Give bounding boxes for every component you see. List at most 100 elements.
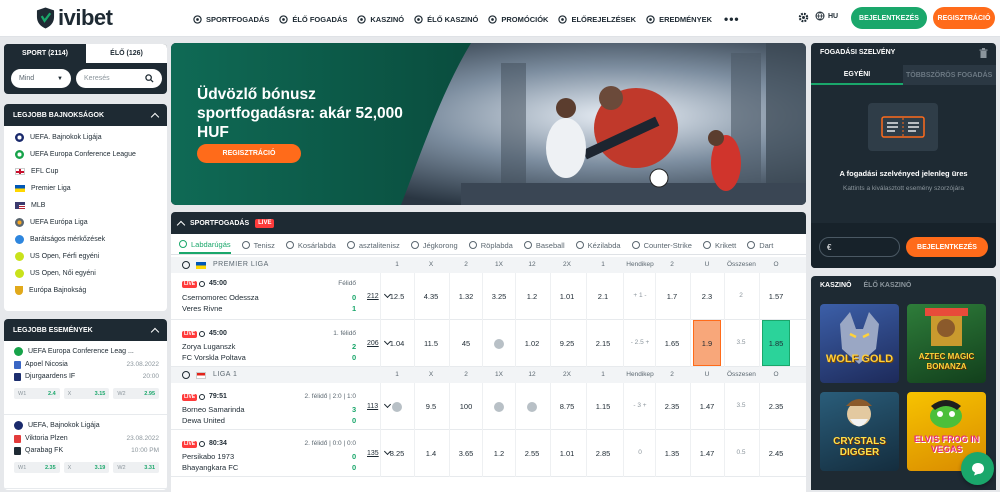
- top-event-card[interactable]: UEFA, Bajnokok Ligája Viktoria Plzen 23.08…: [4, 415, 167, 489]
- league-item[interactable]: MLB: [4, 197, 167, 214]
- tab-multi-bet[interactable]: TÖBBSZÖRÖS FOGADÁS: [903, 65, 996, 85]
- nav-item-4[interactable]: PROMÓCIÓK: [488, 15, 548, 24]
- language-selector[interactable]: HU: [815, 11, 838, 21]
- collapse-chevron-icon[interactable]: [176, 220, 186, 229]
- odd-cell[interactable]: 3.5: [727, 339, 755, 346]
- odd-cell[interactable]: 2: [727, 292, 755, 299]
- league-header-row[interactable]: LIGA 1 1 X 2 1X 12 2X 1 Hendikep 2 U Összesen O: [171, 367, 806, 383]
- odd-cell[interactable]: 2.15: [589, 339, 617, 348]
- match-row[interactable]: LIVE 45:00 Félidő Csernomorec Odessza Veres …: [171, 273, 806, 320]
- tab-casino[interactable]: KASZINÓ: [820, 282, 852, 289]
- odd-button[interactable]: X 3.19: [63, 462, 110, 473]
- odd-cell[interactable]: 3.65: [452, 449, 480, 458]
- game-tile-aztec-magic-bonanza[interactable]: AZTEC MAGIC BONANZA: [907, 304, 986, 383]
- league-item[interactable]: Barátságos mérkőzések: [4, 231, 167, 248]
- odd-cell[interactable]: 2.35: [762, 402, 790, 411]
- nav-item-2[interactable]: KASZINÓ: [357, 15, 404, 24]
- sport-tab[interactable]: Baseball: [523, 241, 565, 250]
- markets-count-link[interactable]: 113: [367, 403, 378, 410]
- odd-cell[interactable]: - 3 +: [626, 402, 654, 409]
- sport-tab[interactable]: Röplabda: [468, 241, 513, 250]
- trash-icon[interactable]: [979, 48, 988, 58]
- league-item[interactable]: Európa Bajnokság: [4, 282, 167, 299]
- nav-item-1[interactable]: ÉLŐ FOGADÁS: [279, 15, 347, 24]
- nav-item-3[interactable]: ÉLŐ KASZINÓ: [414, 15, 478, 24]
- search-input[interactable]: Keresés: [76, 69, 162, 88]
- odd-cell[interactable]: 2.3: [693, 292, 721, 301]
- odd-cell[interactable]: 1.9: [693, 320, 721, 366]
- odd-cell[interactable]: 8.75: [553, 402, 581, 411]
- odd-cell[interactable]: 1.65: [658, 339, 686, 348]
- odd-cell[interactable]: 9.25: [553, 339, 581, 348]
- league-item[interactable]: EFL Cup: [4, 163, 167, 180]
- betslip-login-button[interactable]: BEJELENTKEZÉS: [906, 237, 988, 257]
- odd-cell[interactable]: 0: [626, 449, 654, 456]
- register-button[interactable]: REGISZTRÁCIÓ: [933, 7, 995, 29]
- odd-button[interactable]: W2 3.31: [113, 462, 160, 473]
- league-item[interactable]: UEFA Európa Liga: [4, 214, 167, 231]
- nav-item-5[interactable]: ELŐREJELZÉSEK: [558, 15, 636, 24]
- odd-cell[interactable]: 3.25: [485, 292, 513, 301]
- settings-gear-icon[interactable]: [798, 12, 809, 25]
- tab-live-casino[interactable]: ÉLŐ KASZINÓ: [864, 282, 912, 289]
- odd-cell[interactable]: 2.45: [762, 449, 790, 458]
- odd-cell[interactable]: 4.35: [417, 292, 445, 301]
- odd-cell[interactable]: - 2.5 +: [626, 339, 654, 346]
- odd-cell[interactable]: 1.32: [452, 292, 480, 301]
- league-item[interactable]: US Open, Női egyéni: [4, 265, 167, 282]
- odd-cell[interactable]: 1.04: [383, 339, 411, 348]
- odd-button[interactable]: W2 2.95: [113, 388, 160, 399]
- odd-cell[interactable]: + 1 -: [626, 292, 654, 299]
- odd-cell[interactable]: 11.5: [417, 339, 445, 348]
- match-row[interactable]: LIVE 45:00 1. félidő Zorya Luganszk FC Vorsk…: [171, 320, 806, 367]
- odd-cell[interactable]: 2.1: [589, 292, 617, 301]
- odd-cell[interactable]: 12.5: [383, 292, 411, 301]
- sport-tab[interactable]: Kézilabda: [575, 241, 621, 250]
- league-item[interactable]: Premier Liga: [4, 180, 167, 197]
- game-tile-crystals-digger[interactable]: CRYSTALS DIGGER: [820, 392, 899, 471]
- collapse-chevron-icon[interactable]: [150, 327, 160, 336]
- tab-sport[interactable]: SPORT (2114): [4, 44, 86, 63]
- odd-cell[interactable]: 8.25: [383, 449, 411, 458]
- sport-tab[interactable]: Kosárlabda: [285, 241, 336, 250]
- odd-cell[interactable]: 45: [452, 339, 480, 348]
- promo-banner[interactable]: Üdvözlő bónusz sportfogadásra: akár 52,0…: [171, 43, 806, 205]
- filter-select[interactable]: Mind ▼: [11, 69, 71, 88]
- odd-cell[interactable]: 1.35: [658, 449, 686, 458]
- sport-tab[interactable]: Counter-Strike: [631, 241, 692, 250]
- markets-count-link[interactable]: 206: [367, 340, 379, 347]
- odd-cell[interactable]: 0.5: [727, 449, 755, 456]
- chevron-down-icon[interactable]: [383, 400, 392, 409]
- login-button[interactable]: BEJELENTKEZÉS: [851, 7, 927, 29]
- chat-button[interactable]: [961, 452, 994, 485]
- sport-tab[interactable]: asztalitenisz: [346, 241, 400, 250]
- odd-cell[interactable]: 100: [452, 402, 480, 411]
- odd-cell[interactable]: 1.85: [762, 320, 790, 366]
- odd-cell[interactable]: 3.5: [727, 402, 755, 409]
- match-row[interactable]: LIVE 79:51 2. félidő | 2:0 | 1:0 Borneo Sam…: [171, 383, 806, 430]
- sport-tab[interactable]: Jégkorong: [410, 241, 458, 250]
- nav-item-0[interactable]: SPORTFOGADÁS: [193, 15, 269, 24]
- odd-cell[interactable]: 2.35: [658, 402, 686, 411]
- sport-tab[interactable]: Tenisz: [241, 241, 275, 250]
- odd-cell[interactable]: 2.85: [589, 449, 617, 458]
- league-item[interactable]: US Open, Férfi egyéni: [4, 248, 167, 265]
- odd-cell[interactable]: 1.4: [417, 449, 445, 458]
- odd-cell[interactable]: 1.01: [553, 292, 581, 301]
- odd-cell[interactable]: 1.02: [518, 339, 546, 348]
- odd-cell[interactable]: 1.01: [553, 449, 581, 458]
- match-row[interactable]: LIVE 80:34 2. félidő | 0:0 | 0:0 Persikabo …: [171, 430, 806, 477]
- sport-tab[interactable]: Krikett: [702, 241, 736, 250]
- game-tile-wolf-gold[interactable]: WOLF GOLD: [820, 304, 899, 383]
- sport-tab[interactable]: Labdarúgás: [179, 240, 231, 254]
- odd-cell[interactable]: 1.15: [589, 402, 617, 411]
- odd-cell[interactable]: 2.55: [518, 449, 546, 458]
- odd-cell[interactable]: 1.47: [693, 402, 721, 411]
- odd-cell[interactable]: 1.57: [762, 292, 790, 301]
- odd-cell[interactable]: 1.2: [485, 449, 513, 458]
- odd-cell[interactable]: 1.7: [658, 292, 686, 301]
- stake-input[interactable]: €: [819, 237, 900, 257]
- sport-tab[interactable]: Dart: [747, 241, 773, 250]
- brand-logo[interactable]: ivibet: [36, 5, 113, 31]
- collapse-chevron-icon[interactable]: [150, 112, 160, 121]
